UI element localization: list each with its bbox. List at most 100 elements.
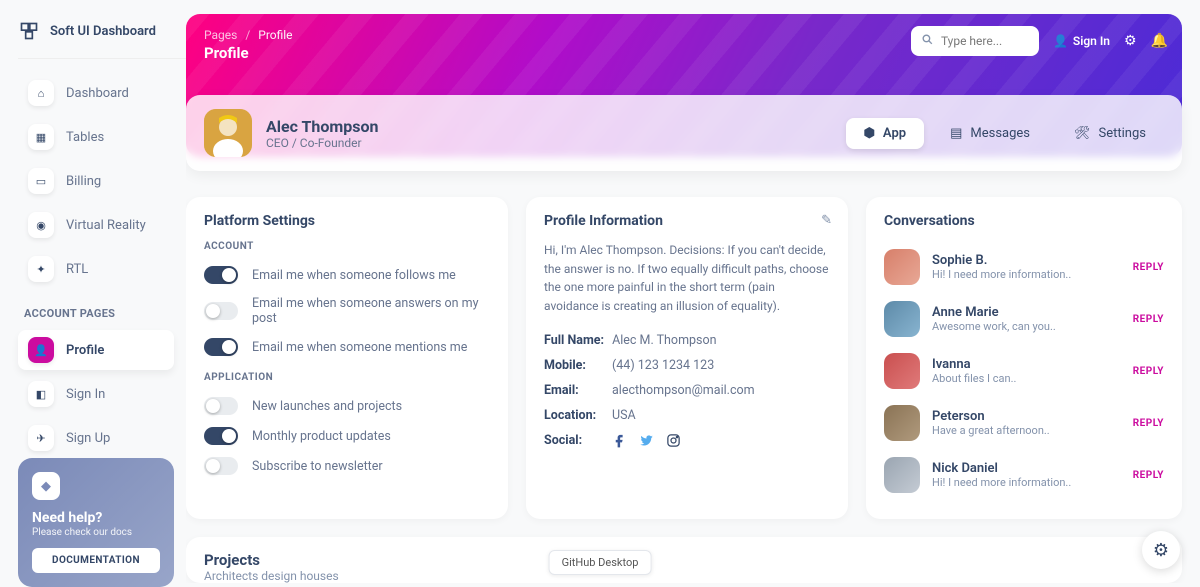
sidebar-item-tables[interactable]: ▦Tables xyxy=(18,117,174,157)
projects-card: Projects Architects design houses xyxy=(186,537,1182,583)
bio-text: Hi, I'm Alec Thompson. Decisions: If you… xyxy=(544,241,830,315)
github-desktop-pill[interactable]: GitHub Desktop xyxy=(549,550,652,575)
toggle-launches[interactable] xyxy=(204,397,238,415)
gear-icon[interactable]: ⚙ xyxy=(1124,33,1137,49)
avatar xyxy=(884,353,920,389)
breadcrumb-current: Profile xyxy=(258,28,292,42)
rtl-icon: ✦ xyxy=(28,256,54,282)
billing-icon: ▭ xyxy=(28,168,54,194)
help-subtitle: Please check our docs xyxy=(32,527,160,538)
sidebar-item-label: Virtual Reality xyxy=(66,218,146,233)
tab-messages[interactable]: ▤Messages xyxy=(932,118,1048,149)
profile-tabs: ⬢App ▤Messages 🛠Settings xyxy=(846,118,1164,149)
avatar xyxy=(884,405,920,441)
setting-label: Email me when someone follows me xyxy=(252,268,456,283)
sidebar-section-label: ACCOUNT PAGES xyxy=(24,307,174,320)
setting-label: Email me when someone answers on my post xyxy=(252,296,490,326)
search-input-wrap[interactable] xyxy=(911,26,1039,56)
label-email: Email: xyxy=(544,383,604,398)
sidebar-item-label: Tables xyxy=(66,130,104,145)
wrench-icon: 🛠 xyxy=(1074,126,1091,141)
setting-label: Email me when someone mentions me xyxy=(252,340,467,355)
sidebar-item-dashboard[interactable]: ⌂ Dashboard xyxy=(18,73,174,113)
bell-icon[interactable]: 🔔 xyxy=(1151,33,1168,49)
section-account: ACCOUNT xyxy=(204,241,490,252)
tab-settings[interactable]: 🛠Settings xyxy=(1056,118,1164,149)
setting-label: Monthly product updates xyxy=(252,429,391,444)
contact-name: Peterson xyxy=(932,409,1050,424)
reply-button[interactable]: REPLY xyxy=(1133,470,1164,481)
conversation-row: IvannaAbout files I can..REPLY xyxy=(884,345,1164,397)
avatar xyxy=(884,457,920,493)
sidebar-item-label: RTL xyxy=(66,262,88,277)
search-input[interactable] xyxy=(941,34,1025,48)
breadcrumb-root[interactable]: Pages xyxy=(204,28,237,42)
settings-fab[interactable]: ⚙ xyxy=(1142,531,1180,569)
value-full-name: Alec M. Thompson xyxy=(612,333,716,348)
profile-bar: Alec Thompson CEO / Co-Founder ⬢App ▤Mes… xyxy=(186,95,1182,171)
value-location: USA xyxy=(612,408,636,423)
reply-button[interactable]: REPLY xyxy=(1133,366,1164,377)
signin-link[interactable]: 👤Sign In xyxy=(1053,34,1110,48)
reply-button[interactable]: REPLY xyxy=(1133,314,1164,325)
contact-msg: Hi! I need more information.. xyxy=(932,268,1071,281)
toggle-answers[interactable] xyxy=(204,302,238,320)
label-social: Social: xyxy=(544,433,604,452)
conversation-row: Sophie B.Hi! I need more information.. RE… xyxy=(884,241,1164,293)
section-application: APPLICATION xyxy=(204,372,490,383)
toggle-newsletter[interactable] xyxy=(204,457,238,475)
help-title: Need help? xyxy=(32,510,160,526)
twitter-icon[interactable] xyxy=(639,433,654,452)
toggle-updates[interactable] xyxy=(204,427,238,445)
projects-title: Projects xyxy=(204,551,1164,569)
reply-button[interactable]: REPLY xyxy=(1133,418,1164,429)
contact-msg: Have a great afternoon.. xyxy=(932,424,1050,437)
vr-icon: ◉ xyxy=(28,212,54,238)
instagram-icon[interactable] xyxy=(666,433,681,452)
platform-settings-card: Platform Settings ACCOUNT Email me when … xyxy=(186,197,508,519)
gear-icon: ⚙ xyxy=(1153,540,1169,561)
brand-name: Soft UI Dashboard xyxy=(50,24,156,39)
edit-icon[interactable]: ✎ xyxy=(821,213,832,228)
toggle-follows[interactable] xyxy=(204,266,238,284)
sidebar-item-billing[interactable]: ▭Billing xyxy=(18,161,174,201)
sidebar-item-label: Sign Up xyxy=(66,431,110,446)
facebook-icon[interactable] xyxy=(612,433,627,452)
setting-label: Subscribe to newsletter xyxy=(252,459,383,474)
contact-name: Sophie B. xyxy=(932,253,1071,268)
sidebar-item-signup[interactable]: ✈ Sign Up xyxy=(18,418,174,458)
signup-icon: ✈ xyxy=(28,425,54,451)
label-full-name: Full Name: xyxy=(544,333,604,348)
sidebar-item-profile[interactable]: 👤 Profile xyxy=(18,330,174,370)
conversations-card: Conversations Sophie B.Hi! I need more i… xyxy=(866,197,1182,519)
brand[interactable]: Soft UI Dashboard xyxy=(18,20,186,59)
sidebar-item-label: Dashboard xyxy=(66,86,129,101)
card-title: Platform Settings xyxy=(204,213,490,229)
card-title: Conversations xyxy=(884,213,1164,229)
profile-icon: 👤 xyxy=(28,337,54,363)
documentation-button[interactable]: DOCUMENTATION xyxy=(32,548,160,573)
sidebar-item-rtl[interactable]: ✦ RTL xyxy=(18,249,174,289)
label-mobile: Mobile: xyxy=(544,358,604,373)
profile-heading: Alec Thompson CEO / Co-Founder xyxy=(266,117,379,150)
search-icon xyxy=(921,33,934,50)
conversation-row: PetersonHave a great afternoon.. REPLY xyxy=(884,397,1164,449)
messages-icon: ▤ xyxy=(950,126,962,141)
breadcrumb-sep: / xyxy=(245,28,250,42)
toggle-mentions[interactable] xyxy=(204,338,238,356)
reply-button[interactable]: REPLY xyxy=(1133,262,1164,273)
projects-subtitle: Architects design houses xyxy=(204,569,1164,583)
sidebar-item-label: Profile xyxy=(66,343,104,358)
dashboard-icon: ⌂ xyxy=(28,80,54,106)
contact-msg: Awesome work, can you.. xyxy=(932,320,1056,333)
sidebar-item-vr[interactable]: ◉ Virtual Reality xyxy=(18,205,174,245)
main: Pages / Profile Profile 👤Sign In ⚙ 🔔 Ale… xyxy=(186,0,1200,583)
conversation-row: Nick DanielHi! I need more information..… xyxy=(884,449,1164,501)
user-icon: 👤 xyxy=(1053,34,1068,48)
cube-icon: ⬢ xyxy=(864,126,875,141)
sidebar: Soft UI Dashboard ⌂ Dashboard ▦Tables ▭Bi… xyxy=(0,0,186,583)
tab-app[interactable]: ⬢App xyxy=(846,118,925,149)
setting-label: New launches and projects xyxy=(252,399,402,414)
help-card: ◆ Need help? Please check our docs DOCUM… xyxy=(18,458,174,587)
sidebar-item-signin[interactable]: ◧Sign In xyxy=(18,374,174,414)
